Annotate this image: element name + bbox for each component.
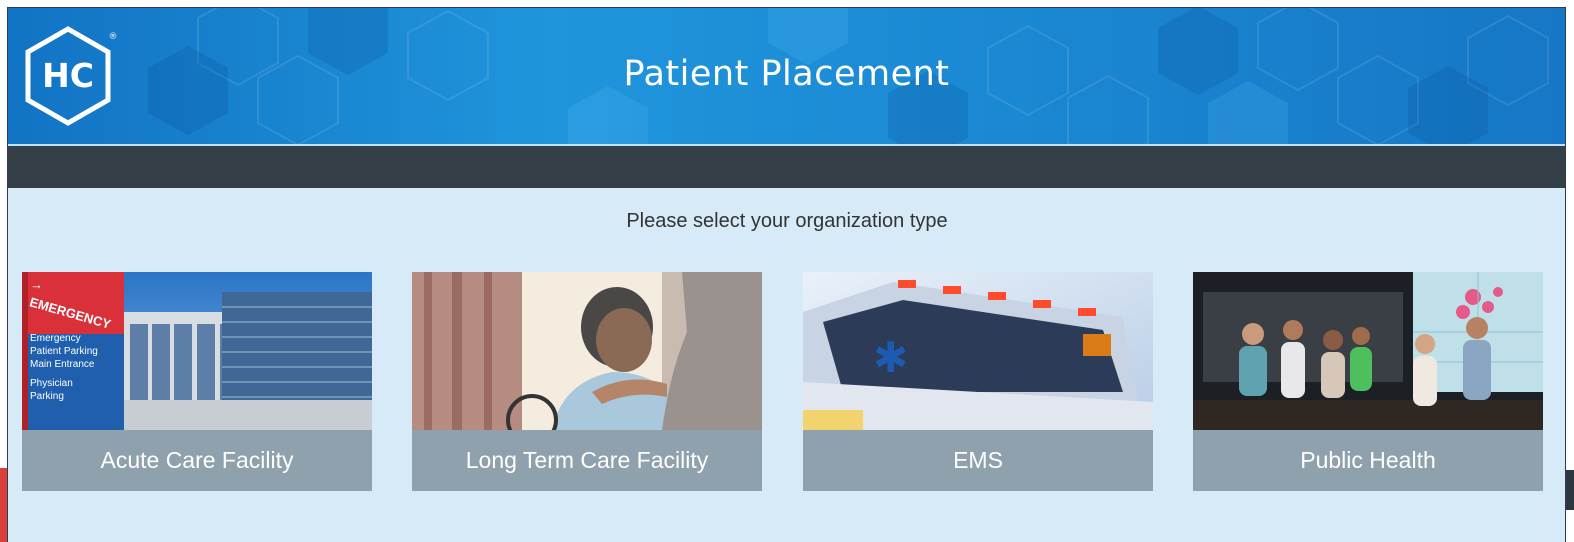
sign-text: Emergency — [30, 333, 81, 344]
team-meeting-photo — [1193, 272, 1543, 430]
org-card-acute-care[interactable]: → EMERGENCY Emergency Patient Parking Ma… — [22, 272, 372, 491]
registered-mark: ® — [109, 32, 118, 42]
org-card-public-health[interactable]: Public Health — [1193, 272, 1543, 491]
selection-prompt: Please select your organization type — [626, 210, 948, 232]
org-card-label: Public Health — [1193, 430, 1543, 491]
sign-text: Parking — [30, 391, 64, 402]
org-card-label: Long Term Care Facility — [412, 430, 762, 491]
svg-text:✱: ✱ — [873, 333, 908, 382]
sign-text: EMERGENCY — [27, 294, 113, 332]
org-card-long-term-care[interactable]: Long Term Care Facility — [412, 272, 762, 491]
nav-bar — [8, 146, 1565, 188]
caregiver-wheelchair-photo — [412, 272, 762, 430]
org-card-label: Acute Care Facility — [22, 430, 372, 491]
ambulance-photo: ✱ — [803, 272, 1153, 430]
sign-text: Main Entrance — [30, 359, 95, 370]
org-card-label: EMS — [803, 430, 1153, 491]
hospital-building-photo: → EMERGENCY Emergency Patient Parking Ma… — [22, 272, 372, 430]
org-card-ems[interactable]: ✱ EMS — [803, 272, 1153, 491]
sign-text: Patient Parking — [30, 346, 98, 357]
page-title: Patient Placement — [623, 54, 950, 94]
header-banner: HC ® Patient Placement — [8, 8, 1565, 146]
sign-text: Physician — [30, 378, 73, 389]
background-edge — [1566, 470, 1574, 510]
